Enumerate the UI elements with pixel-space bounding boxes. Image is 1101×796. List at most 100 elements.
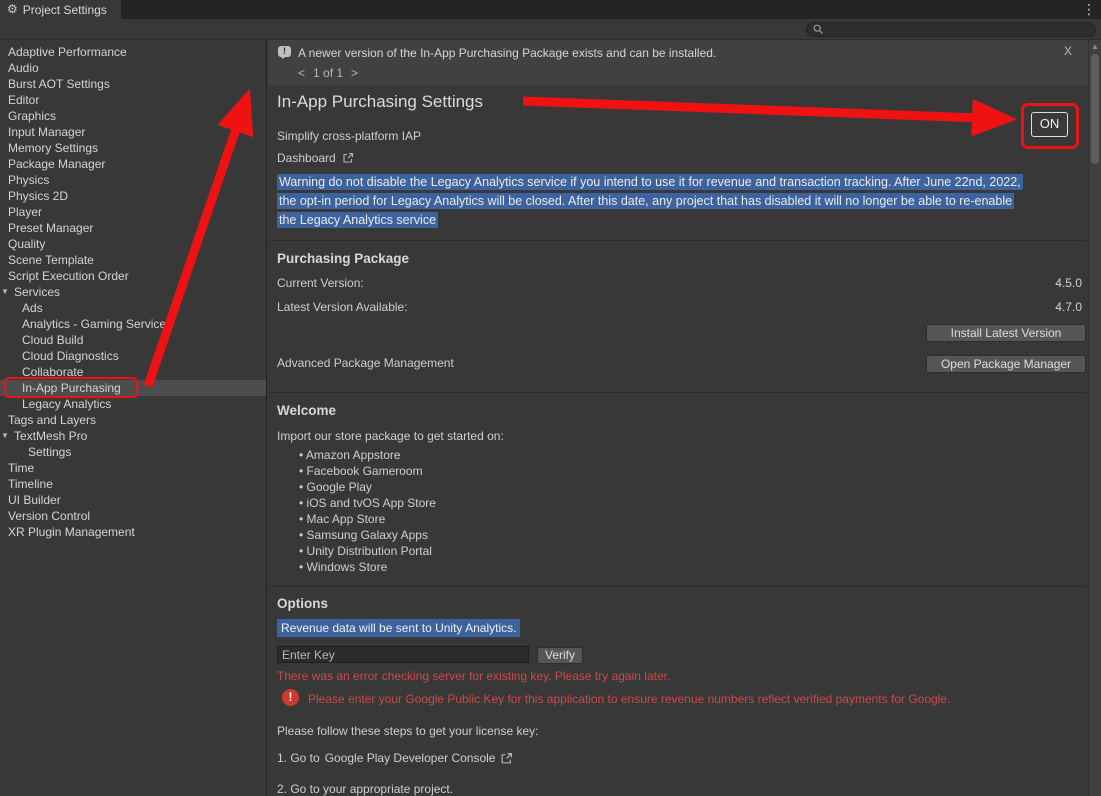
- sidebar-item-adaptive-performance[interactable]: Adaptive Performance: [0, 44, 266, 60]
- exclamation-glyph: !: [283, 46, 286, 56]
- current-version-value: 4.5.0: [1055, 276, 1082, 290]
- sidebar-item-textmesh-pro[interactable]: ▼ TextMesh Pro: [0, 428, 266, 444]
- section-divider: [270, 240, 1086, 241]
- license-key-input[interactable]: [277, 646, 529, 663]
- sidebar-item-editor[interactable]: Editor: [0, 92, 266, 108]
- notification-pager: <1 of 1 >: [294, 66, 362, 80]
- sidebar-item-tags-and-layers[interactable]: Tags and Layers: [0, 412, 266, 428]
- dashboard-link[interactable]: Dashboard: [277, 151, 354, 165]
- store-list-item: Windows Store: [299, 559, 436, 575]
- sidebar-item-memory-settings[interactable]: Memory Settings: [0, 140, 266, 156]
- server-error-text: There was an error checking server for e…: [277, 669, 670, 683]
- dashboard-label: Dashboard: [277, 151, 336, 165]
- sidebar-item-textmeshpro-settings[interactable]: Settings: [0, 444, 266, 460]
- notification-message: A newer version of the In-App Purchasing…: [298, 46, 716, 60]
- sidebar-item-ads[interactable]: Ads: [0, 300, 266, 316]
- open-package-manager-button[interactable]: Open Package Manager: [926, 355, 1086, 373]
- close-icon[interactable]: X: [1064, 44, 1072, 58]
- latest-version-value: 4.7.0: [1055, 300, 1082, 314]
- store-list-item: Samsung Galaxy Apps: [299, 527, 436, 543]
- purchasing-package-heading: Purchasing Package: [277, 251, 409, 266]
- tab-project-settings[interactable]: ⚙ Project Settings: [0, 0, 121, 19]
- sidebar-item-services[interactable]: ▼ Services: [0, 284, 266, 300]
- sidebar-item-legacy-analytics[interactable]: Legacy Analytics: [0, 396, 266, 412]
- sidebar-item-preset-manager[interactable]: Preset Manager: [0, 220, 266, 236]
- options-heading: Options: [277, 596, 328, 611]
- store-list-item: Google Play: [299, 479, 436, 495]
- scrollbar-thumb[interactable]: [1091, 54, 1099, 164]
- sidebar-item-collaborate[interactable]: Collaborate: [0, 364, 266, 380]
- search-input[interactable]: [828, 24, 1089, 36]
- search-icon: [813, 24, 824, 35]
- sidebar-item-cloud-build[interactable]: Cloud Build: [0, 332, 266, 348]
- sidebar-item-xr-plugin-management[interactable]: XR Plugin Management: [0, 524, 266, 540]
- sidebar-item-input-manager[interactable]: Input Manager: [0, 124, 266, 140]
- sidebar-item-audio[interactable]: Audio: [0, 60, 266, 76]
- external-link-icon: [342, 152, 354, 164]
- license-steps-intro: Please follow these steps to get your li…: [277, 724, 538, 738]
- search-box: [806, 22, 1096, 37]
- store-list-item: Unity Distribution Portal: [299, 543, 436, 559]
- kebab-menu-icon[interactable]: ⋮: [1082, 1, 1096, 18]
- sidebar-item-script-execution-order[interactable]: Script Execution Order: [0, 268, 266, 284]
- section-divider: [270, 392, 1086, 393]
- sidebar-item-analytics-gaming-services[interactable]: Analytics - Gaming Services: [0, 316, 266, 332]
- scroll-up-icon[interactable]: ▲: [1091, 42, 1099, 51]
- verify-button[interactable]: Verify: [537, 647, 583, 664]
- warning-text: Warning do not disable the Legacy Analyt…: [277, 174, 1023, 228]
- sidebar-item-graphics[interactable]: Graphics: [0, 108, 266, 124]
- install-latest-version-button[interactable]: Install Latest Version: [926, 324, 1086, 342]
- sidebar-item-cloud-diagnostics[interactable]: Cloud Diagnostics: [0, 348, 266, 364]
- sidebar-item-time[interactable]: Time: [0, 460, 266, 476]
- foldout-open-icon[interactable]: ▼: [1, 284, 9, 300]
- analytics-note: Revenue data will be sent to Unity Analy…: [277, 621, 520, 635]
- sidebar-item-burst-aot-settings[interactable]: Burst AOT Settings: [0, 76, 266, 92]
- google-play-console-link[interactable]: Google Play Developer Console: [325, 751, 496, 765]
- section-divider: [270, 586, 1086, 587]
- pager-label: 1 of 1: [313, 66, 343, 80]
- settings-sidebar: Adaptive Performance Audio Burst AOT Set…: [0, 40, 267, 796]
- notification-bar: ! A newer version of the In-App Purchasi…: [268, 40, 1088, 86]
- vertical-scrollbar[interactable]: ▲: [1088, 40, 1101, 796]
- latest-version-label: Latest Version Available:: [277, 300, 408, 314]
- sidebar-item-label: Services: [14, 285, 60, 299]
- sidebar-item-version-control[interactable]: Version Control: [0, 508, 266, 524]
- settings-content: ! A newer version of the In-App Purchasi…: [268, 40, 1088, 796]
- sidebar-item-player[interactable]: Player: [0, 204, 266, 220]
- toolbar: [0, 19, 1101, 40]
- google-key-error-text: Please enter your Google Public Key for …: [308, 692, 950, 706]
- store-list-item: iOS and tvOS App Store: [299, 495, 436, 511]
- sidebar-item-package-manager[interactable]: Package Manager: [0, 156, 266, 172]
- sidebar-item-label: TextMesh Pro: [14, 429, 87, 443]
- sidebar-item-in-app-purchasing[interactable]: In-App Purchasing: [0, 380, 266, 396]
- external-link-icon: [500, 752, 513, 765]
- store-list-item: Amazon Appstore: [299, 447, 436, 463]
- license-step-1: 1. Go to Google Play Developer Console: [277, 751, 513, 765]
- license-step-2: 2. Go to your appropriate project.: [277, 782, 453, 796]
- advanced-package-management-label: Advanced Package Management: [277, 356, 454, 370]
- pager-next-icon[interactable]: >: [351, 66, 358, 80]
- analytics-note-text: Revenue data will be sent to Unity Analy…: [277, 619, 520, 637]
- page-title: In-App Purchasing Settings: [277, 92, 483, 112]
- pager-prev-icon[interactable]: <: [298, 66, 305, 80]
- store-list: Amazon Appstore Facebook Gameroom Google…: [299, 447, 436, 575]
- alert-bubble-icon: !: [278, 46, 291, 57]
- sidebar-item-timeline[interactable]: Timeline: [0, 476, 266, 492]
- error-icon: !: [282, 689, 299, 706]
- tab-bar: ⚙ Project Settings ⋮: [0, 0, 1101, 19]
- sidebar-item-scene-template[interactable]: Scene Template: [0, 252, 266, 268]
- sidebar-item-physics[interactable]: Physics: [0, 172, 266, 188]
- sidebar-item-quality[interactable]: Quality: [0, 236, 266, 252]
- project-settings-window: ⚙ Project Settings ⋮ Adaptive Performanc…: [0, 0, 1101, 796]
- exclamation-glyph: !: [289, 690, 293, 704]
- sidebar-item-ui-builder[interactable]: UI Builder: [0, 492, 266, 508]
- sidebar-item-physics-2d[interactable]: Physics 2D: [0, 188, 266, 204]
- store-list-item: Mac App Store: [299, 511, 436, 527]
- gear-icon: ⚙: [7, 0, 18, 19]
- welcome-intro: Import our store package to get started …: [277, 429, 504, 443]
- current-version-label: Current Version:: [277, 276, 364, 290]
- service-toggle-on-button[interactable]: ON: [1031, 112, 1068, 137]
- foldout-open-icon[interactable]: ▼: [1, 428, 9, 444]
- service-subtitle: Simplify cross-platform IAP: [277, 129, 421, 143]
- step1-prefix: 1. Go to: [277, 751, 320, 765]
